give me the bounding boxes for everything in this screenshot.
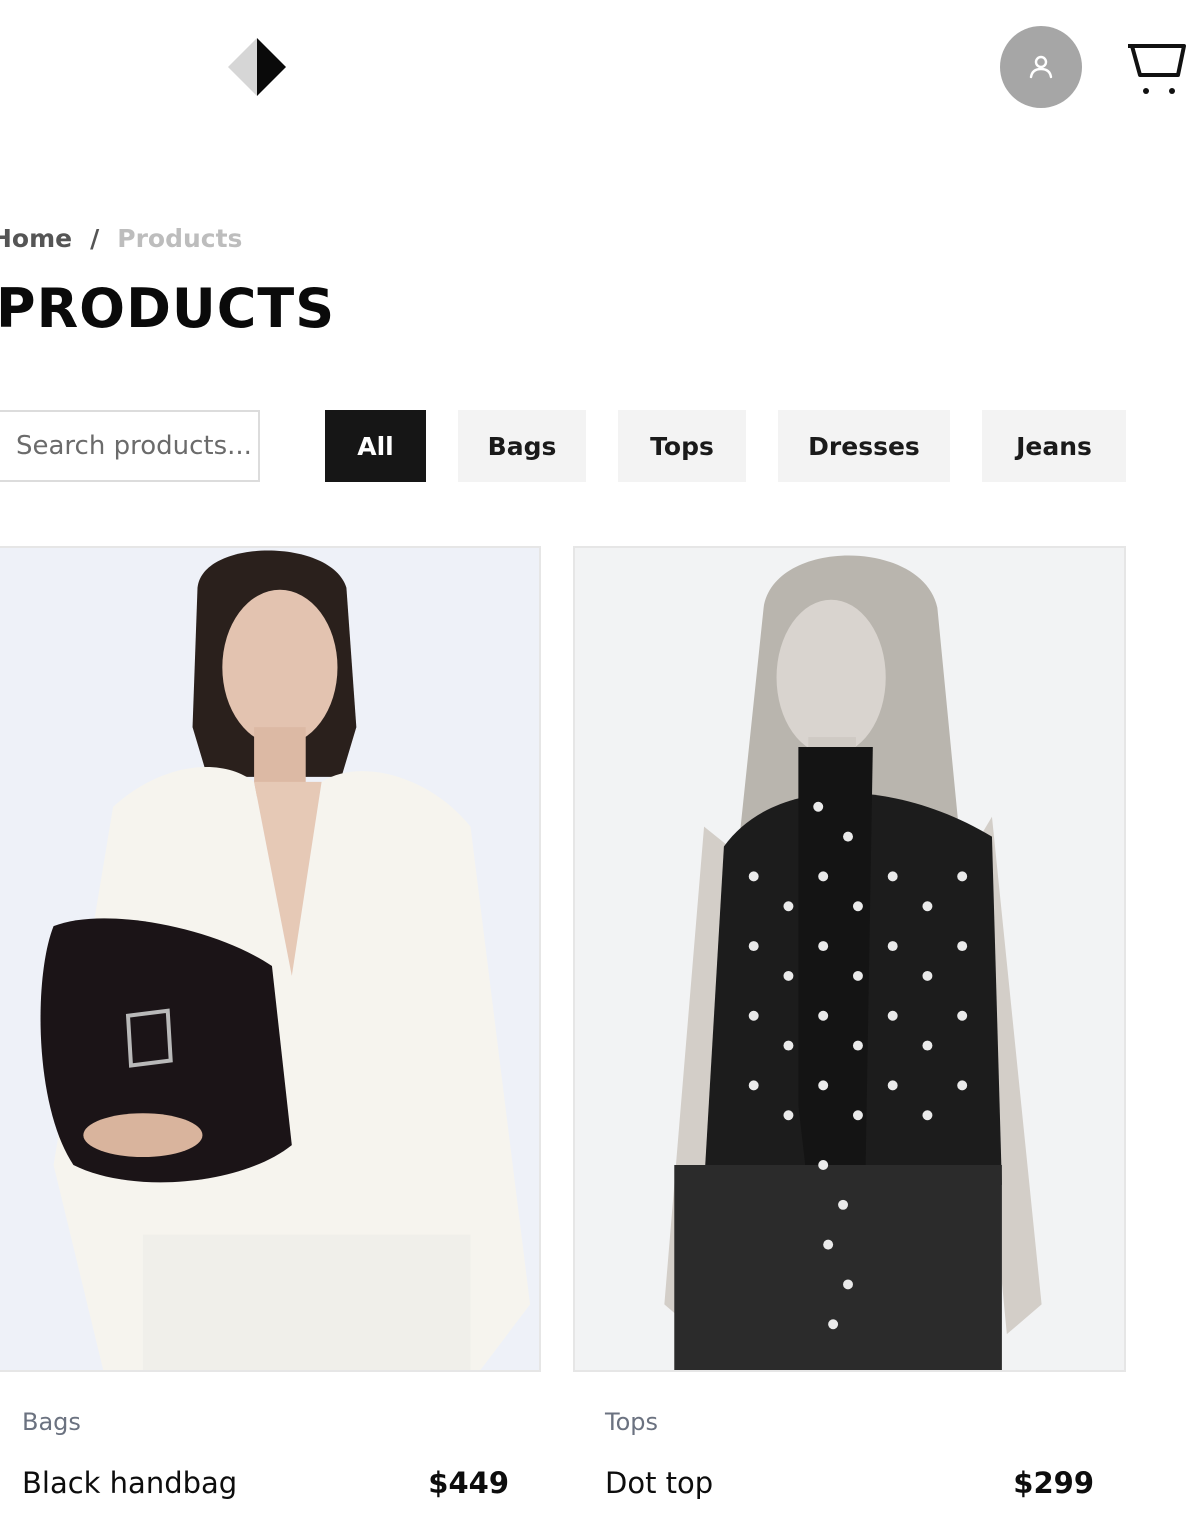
product-category: Bags (22, 1408, 81, 1436)
product-name: Black handbag (22, 1466, 238, 1500)
breadcrumb: Home / Products (0, 221, 242, 255)
shopping-cart-icon (1128, 44, 1186, 94)
breadcrumb-current: Products (117, 223, 243, 253)
filter-all-button[interactable]: All (325, 410, 426, 482)
search-box (0, 410, 260, 482)
search-input[interactable] (0, 412, 258, 480)
product-category: Tops (605, 1408, 659, 1436)
product-image[interactable] (573, 546, 1126, 1372)
product-name: Dot top (605, 1466, 714, 1500)
user-icon (1029, 55, 1053, 79)
product-price: $299 (1013, 1466, 1094, 1500)
breadcrumb-separator: / (90, 223, 100, 253)
diamond-logo-icon[interactable] (226, 36, 288, 98)
breadcrumb-home-link[interactable]: Home (0, 224, 72, 253)
product-card[interactable]: Bags Black handbag $449 (0, 546, 541, 1500)
filter-jeans-button[interactable]: Jeans (982, 410, 1126, 482)
filter-tops-button[interactable]: Tops (618, 410, 746, 482)
product-price: $449 (428, 1466, 509, 1500)
cart-button[interactable] (1126, 40, 1186, 100)
account-button[interactable] (1000, 26, 1082, 108)
page-title: PRODUCTS (0, 277, 336, 340)
filter-bags-button[interactable]: Bags (458, 410, 586, 482)
product-image[interactable] (0, 546, 541, 1372)
products-page: Home / Products PRODUCTS All Bags Tops D… (0, 0, 1202, 1534)
product-card[interactable]: Tops Dot top $299 (573, 546, 1126, 1500)
filter-dresses-button[interactable]: Dresses (778, 410, 950, 482)
